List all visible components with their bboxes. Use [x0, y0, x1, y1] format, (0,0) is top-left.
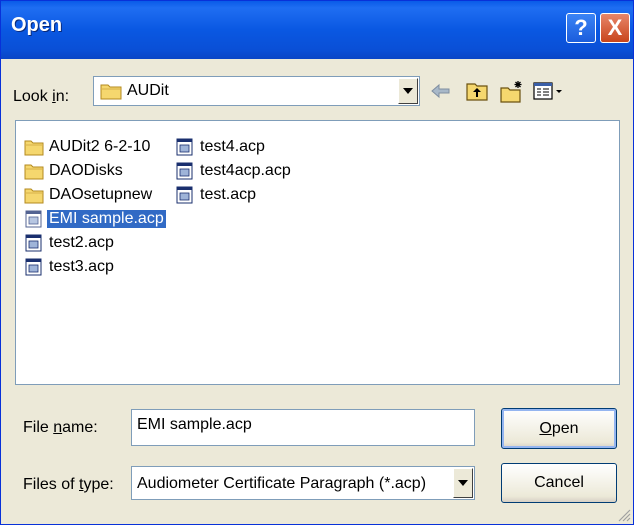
close-icon: X	[607, 15, 623, 40]
acp-file-icon	[25, 234, 42, 252]
folder-icon	[24, 164, 44, 180]
file-type-dropdown-button[interactable]	[453, 468, 473, 498]
title-bar[interactable]: Open ? X	[1, 1, 633, 59]
look-in-label: Look in:	[13, 88, 70, 105]
view-menu-icon[interactable]	[532, 80, 564, 102]
files-of-type-label: Files of type:	[23, 476, 114, 493]
chevron-down-icon	[403, 88, 413, 94]
acp-file-icon	[25, 258, 42, 276]
chevron-down-icon	[458, 480, 468, 486]
file-type-select[interactable]: Audiometer Certificate Paragraph (*.acp)	[131, 466, 475, 500]
list-item[interactable]: test4acp.acp	[175, 160, 293, 182]
new-folder-icon[interactable]	[499, 80, 525, 104]
folder-icon	[100, 84, 122, 100]
acp-file-icon	[176, 162, 193, 180]
folder-icon	[24, 188, 44, 204]
resize-grip-icon[interactable]	[617, 508, 631, 522]
file-type-value: Audiometer Certificate Paragraph (*.acp)	[137, 475, 427, 492]
open-button[interactable]: Open	[501, 408, 617, 449]
close-button[interactable]: X	[600, 13, 630, 43]
acp-file-icon	[176, 138, 193, 156]
list-item[interactable]: DAOsetupnew	[24, 184, 154, 206]
file-name-input[interactable]: EMI sample.acp	[131, 409, 475, 446]
help-button[interactable]: ?	[566, 13, 596, 43]
acp-file-icon	[176, 186, 193, 204]
look-in-value: AUDit	[127, 82, 169, 99]
acp-file-icon	[25, 210, 42, 228]
look-in-dropdown-button[interactable]	[398, 78, 418, 104]
list-item[interactable]: test4.acp	[175, 136, 267, 158]
list-item[interactable]: test3.acp	[24, 256, 116, 278]
file-name-label: File name:	[23, 419, 98, 436]
open-dialog: Open ? X Look in: AUDit AUDit2 6-2-10 DA…	[0, 0, 634, 525]
cancel-button[interactable]: Cancel	[501, 463, 617, 503]
list-item[interactable]: test2.acp	[24, 232, 116, 254]
list-item[interactable]: DAODisks	[24, 160, 125, 182]
up-one-level-icon[interactable]	[465, 80, 489, 102]
look-in-combo[interactable]: AUDit	[93, 76, 420, 106]
folder-icon	[24, 140, 44, 156]
help-icon: ?	[574, 15, 588, 40]
list-item-selected[interactable]: EMI sample.acp	[24, 208, 166, 230]
list-item[interactable]: test.acp	[175, 184, 258, 206]
back-arrow-icon[interactable]	[429, 80, 453, 102]
window-title: Open	[11, 14, 63, 36]
file-list[interactable]: AUDit2 6-2-10 DAODisks DAOsetupnew EMI s…	[15, 120, 620, 385]
list-item[interactable]: AUDit2 6-2-10	[24, 136, 152, 158]
